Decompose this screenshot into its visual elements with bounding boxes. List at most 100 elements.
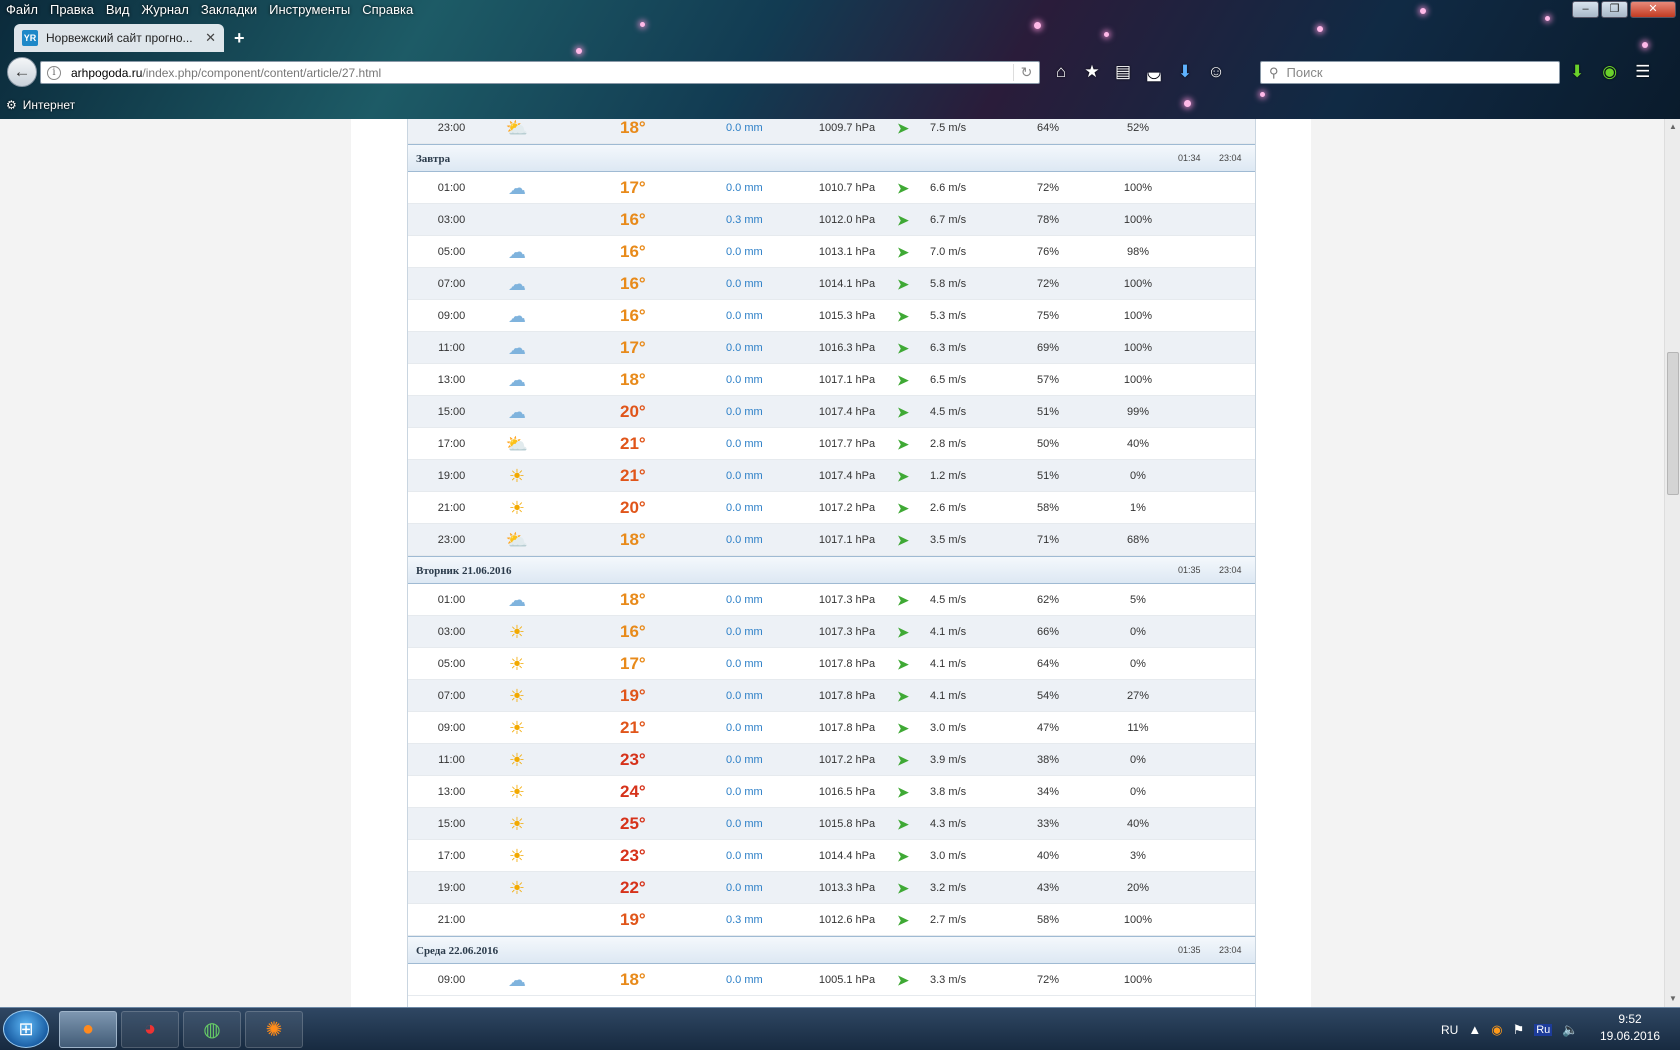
pressure-cell: 1017.8 hPa <box>818 658 876 670</box>
wind-speed-cell: 3.9 m/s <box>930 754 967 766</box>
time-cell: 19:00 <box>437 882 466 894</box>
scroll-up-arrow[interactable]: ▲ <box>1665 119 1680 135</box>
temperature-cell: 21° <box>620 718 646 737</box>
scroll-down-arrow[interactable]: ▼ <box>1665 991 1680 1007</box>
firefox-icon[interactable]: ● <box>59 1011 117 1048</box>
wind-speed-cell: 4.1 m/s <box>930 626 967 638</box>
minimize-button[interactable]: – <box>1572 1 1599 18</box>
site-info-icon[interactable]: i <box>47 65 61 80</box>
globe-app-icon[interactable]: ◍ <box>183 1011 241 1048</box>
temperature-cell: 18° <box>620 970 646 989</box>
tray-app-icon[interactable]: ◉ <box>1491 1022 1502 1038</box>
menu-file[interactable]: Файл <box>0 0 44 20</box>
time-cell: 19:00 <box>437 470 466 482</box>
window-controls: – ❐ ✕ <box>1572 1 1676 18</box>
menu-bookmarks[interactable]: Закладки <box>195 0 263 20</box>
precipitation-cell: 0.0 mm <box>726 722 763 734</box>
volume-icon[interactable]: 🔈 <box>1562 1022 1578 1038</box>
vertical-scrollbar[interactable]: ▲ ▼ <box>1664 119 1680 1007</box>
menu-tools[interactable]: Инструменты <box>263 0 356 20</box>
bookmark-folder-icon: ⚙ <box>6 98 17 112</box>
temperature-cell: 23° <box>620 750 646 769</box>
precipitation-cell: 0.0 mm <box>726 406 763 418</box>
bookmark-internet[interactable]: Интернет <box>23 98 75 112</box>
pocket-icon[interactable]: ◛ <box>1145 62 1163 82</box>
search-input[interactable]: ⚲ Поиск <box>1260 61 1560 84</box>
cloudiness-cell: 100% <box>1123 310 1153 322</box>
cloudiness-cell: 0% <box>1130 754 1146 766</box>
cloud-icon: ☁ <box>508 178 526 198</box>
table-row: 19:00 22° 0.0 mm 1013.3 hPa 3.2 m/s 43% 20% ☀ ➤ <box>408 872 1255 904</box>
action-center-icon[interactable]: ⚑ <box>1513 1022 1525 1038</box>
pressure-cell: 1013.3 hPa <box>818 882 876 894</box>
navigation-bar: ← i arhpogoda.ru /index.php/component/co… <box>0 56 1680 88</box>
time-cell: 21:00 <box>437 914 466 926</box>
start-button[interactable]: ⊞ <box>3 1010 49 1048</box>
menu-history[interactable]: Журнал <box>135 0 194 20</box>
humidity-cell: 34% <box>1036 786 1060 798</box>
menu-view[interactable]: Вид <box>100 0 136 20</box>
pressure-cell: 1014.4 hPa <box>818 850 876 862</box>
pressure-cell: 1015.8 hPa <box>818 818 876 830</box>
wind-direction-arrow-icon: ➤ <box>897 592 909 608</box>
table-row: 15:00 25° 0.0 mm 1015.8 hPa 4.3 m/s 33% 40% ☀ ➤ <box>408 808 1255 840</box>
pressure-cell: 1017.3 hPa <box>818 626 876 638</box>
time-cell: 23:00 <box>437 534 466 546</box>
wind-direction-arrow-icon: ➤ <box>897 244 909 260</box>
bookmarks-list-icon[interactable]: ▤ <box>1114 62 1132 82</box>
wind-speed-cell: 3.0 m/s <box>930 850 967 862</box>
table-row: 07:00 16° 0.0 mm 1014.1 hPa 5.8 m/s 72% 100% ☁ ➤ <box>408 268 1255 300</box>
cloudiness-cell: 27% <box>1126 690 1150 702</box>
address-bar[interactable]: i arhpogoda.ru /index.php/component/cont… <box>40 61 1040 84</box>
wind-direction-arrow-icon: ➤ <box>897 848 909 864</box>
pressure-cell: 1010.7 hPa <box>818 182 876 194</box>
day-name: Вторник 21.06.2016 <box>416 565 512 577</box>
precipitation-cell: 0.0 mm <box>726 278 763 290</box>
pressure-cell: 1017.8 hPa <box>818 690 876 702</box>
home-icon[interactable]: ⌂ <box>1052 62 1070 82</box>
precipitation-cell: 0.0 mm <box>726 754 763 766</box>
reload-icon[interactable]: ↻ <box>1013 64 1039 81</box>
pressure-cell: 1005.1 hPa <box>818 974 876 986</box>
clock[interactable]: 9:52 19.06.2016 <box>1595 1011 1665 1045</box>
language-indicator[interactable]: RU <box>1441 1023 1458 1037</box>
download-extension-icon[interactable]: ⬇ <box>1570 62 1584 82</box>
day-header: Вторник 21.06.2016 01:35 23:04 <box>408 556 1255 584</box>
chrome-icon[interactable]: ◕ <box>121 1011 179 1048</box>
scroll-thumb[interactable] <box>1667 352 1679 495</box>
time-cell: 17:00 <box>437 850 466 862</box>
sunrise-time: 01:35 <box>1178 565 1201 575</box>
cloudiness-cell: 100% <box>1123 374 1153 386</box>
humidity-cell: 69% <box>1036 342 1060 354</box>
humidity-cell: 78% <box>1036 214 1060 226</box>
page-content: 23:00 18° 0.0 mm 1009.7 hPa 7.5 m/s 64% 52% ⛅ ➤ З… <box>351 119 1311 1007</box>
hamburger-menu-icon[interactable]: ☰ <box>1635 62 1650 82</box>
restore-button[interactable]: ❐ <box>1601 1 1628 18</box>
wind-direction-arrow-icon: ➤ <box>897 688 909 704</box>
menu-edit[interactable]: Правка <box>44 0 100 20</box>
keyboard-layout-indicator[interactable]: Ru <box>1534 1023 1553 1036</box>
browser-tab[interactable]: YR Норвежский сайт прогно... ✕ <box>14 24 224 52</box>
close-tab-icon[interactable]: ✕ <box>205 30 216 46</box>
back-button[interactable]: ← <box>7 57 37 87</box>
table-row: 09:00 21° 0.0 mm 1017.8 hPa 3.0 m/s 47% 11% ☀ ➤ <box>408 712 1255 744</box>
smiley-icon[interactable]: ☺ <box>1207 62 1225 82</box>
bookmark-star-icon[interactable]: ★ <box>1083 62 1101 82</box>
partly-cloudy-icon: ⛅ <box>505 434 529 454</box>
time-cell: 07:00 <box>437 690 466 702</box>
time-cell: 09:00 <box>437 310 466 322</box>
temperature-cell: 16° <box>620 274 646 293</box>
temperature-cell: 16° <box>620 622 646 641</box>
wheel-app-icon[interactable]: ✺ <box>245 1011 303 1048</box>
green-extension-icon[interactable]: ◉ <box>1602 62 1617 82</box>
menu-help[interactable]: Справка <box>356 0 419 20</box>
time-cell: 01:00 <box>437 182 466 194</box>
close-window-button[interactable]: ✕ <box>1630 1 1676 18</box>
cloudiness-cell: 100% <box>1123 182 1153 194</box>
downloads-icon[interactable]: ⬇ <box>1176 62 1194 82</box>
new-tab-icon[interactable]: + <box>234 28 245 49</box>
pressure-cell: 1017.7 hPa <box>818 438 876 450</box>
humidity-cell: 66% <box>1036 626 1060 638</box>
wind-direction-arrow-icon: ➤ <box>897 720 909 736</box>
show-hidden-icons[interactable]: ▲ <box>1468 1022 1481 1037</box>
